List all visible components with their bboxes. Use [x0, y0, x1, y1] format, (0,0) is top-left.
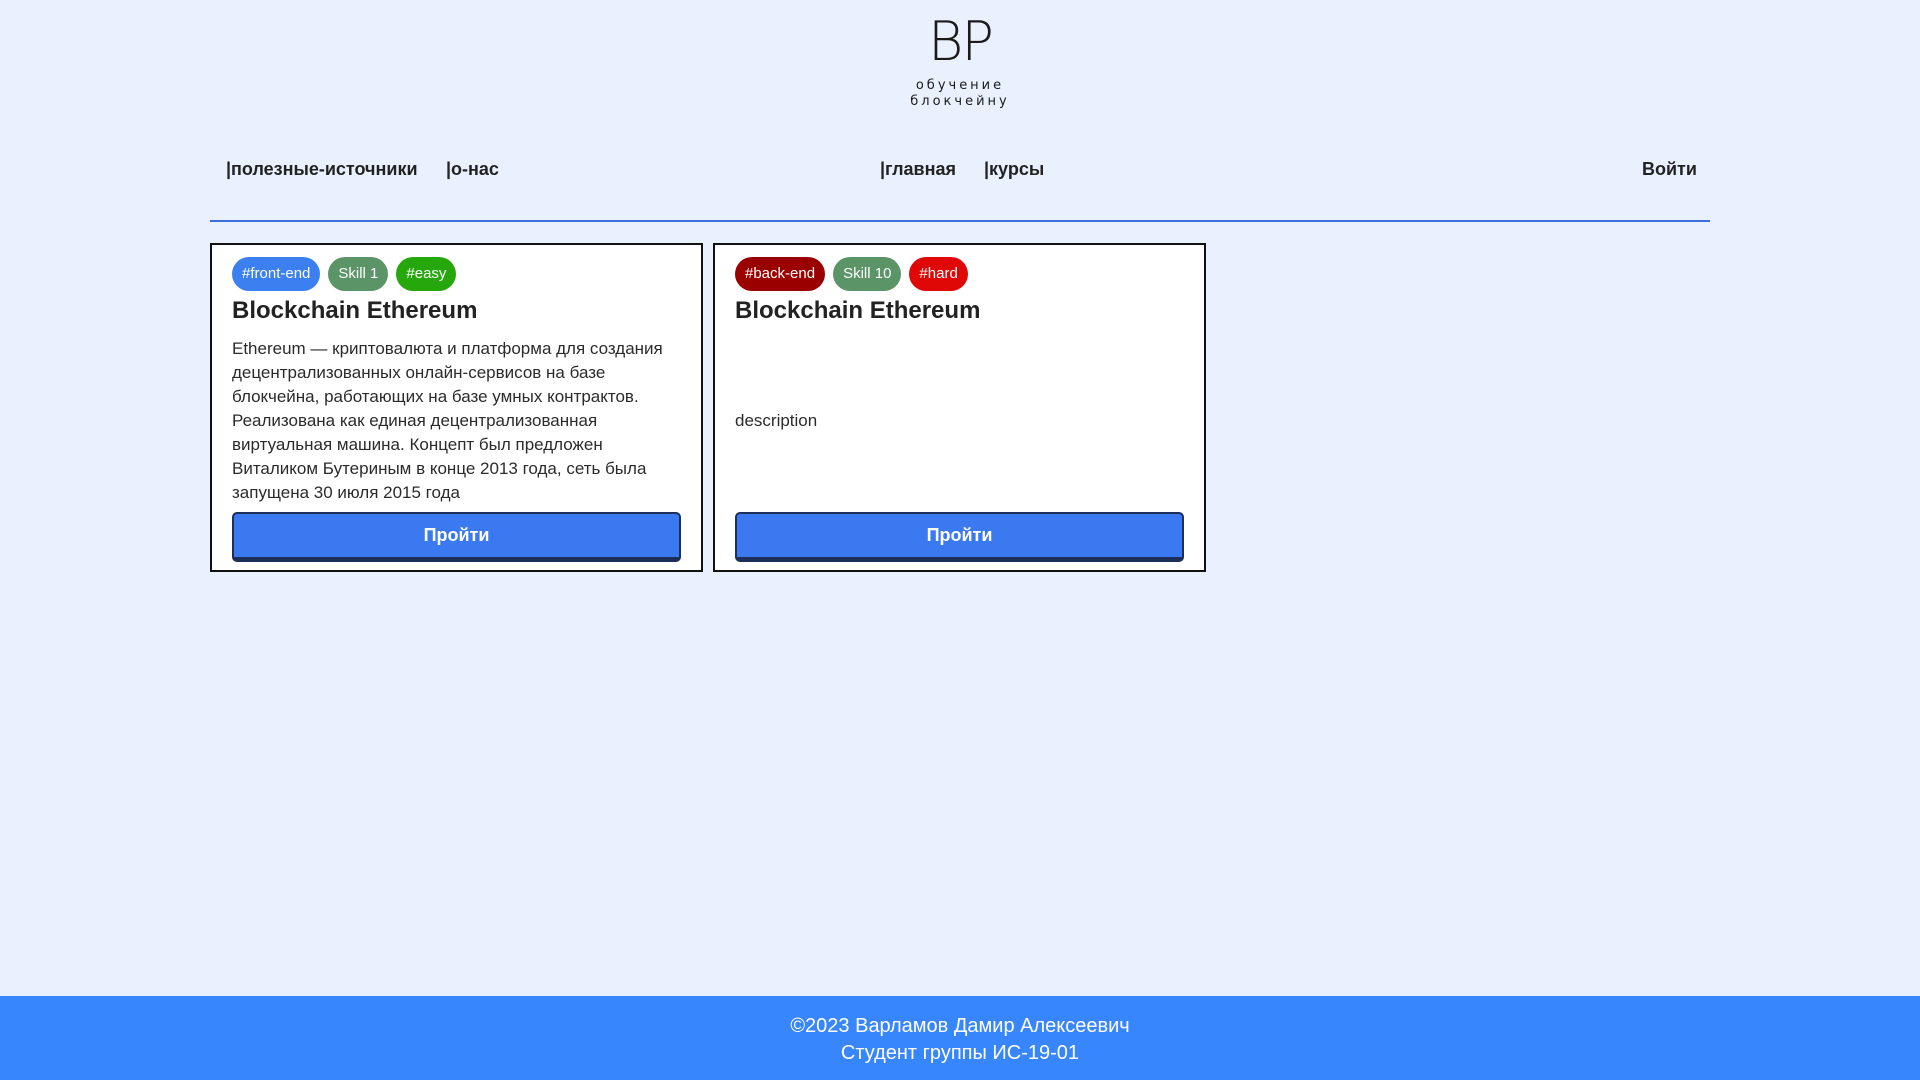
site-footer: ©2023 Варламов Дамир Алексеевич Студент … — [0, 996, 1920, 1080]
course-description: Ethereum — криптовалюта и платформа для … — [232, 339, 663, 502]
nav-link-useful-sources[interactable]: |полезные-источники — [226, 159, 418, 180]
tag-badge: #front-end — [232, 257, 321, 291]
course-card: #back-end Skill 10 #hard Blockchain Ethe… — [713, 243, 1206, 572]
difficulty-badge: #easy — [396, 257, 457, 291]
logo-subtitle: обучение блокчейну — [910, 78, 1010, 109]
course-description: description — [735, 337, 1184, 505]
difficulty-badge: #hard — [909, 257, 968, 291]
skill-badge: Skill 1 — [328, 257, 389, 291]
site-logo[interactable]: ВР обучение блокчейну — [0, 14, 1920, 110]
course-description-text: description — [735, 411, 818, 430]
start-course-button[interactable]: Пройти — [232, 512, 681, 562]
main-nav: |полезные-источники |о-нас |главная |кур… — [210, 154, 1710, 184]
nav-divider — [210, 220, 1710, 222]
nav-link-about[interactable]: |о-нас — [446, 159, 499, 180]
course-title: Blockchain Ethereum — [735, 297, 981, 324]
nav-link-home[interactable]: |главная — [880, 159, 956, 180]
logo-mark: ВР — [928, 10, 994, 73]
footer-student-group: Студент группы ИС-19-01 — [840, 1042, 1080, 1064]
login-link[interactable]: Войти — [1642, 159, 1697, 180]
course-tags: #back-end Skill 10 #hard — [735, 257, 1184, 291]
tag-badge: #back-end — [735, 257, 826, 291]
footer-copyright: ©2023 Варламов Дамир Алексеевич — [790, 1015, 1130, 1037]
start-course-button[interactable]: Пройти — [735, 512, 1184, 562]
skill-badge: Skill 10 — [833, 257, 902, 291]
course-tags: #front-end Skill 1 #easy — [232, 257, 681, 291]
course-title: Blockchain Ethereum — [232, 297, 478, 324]
course-card: #front-end Skill 1 #easy Blockchain Ethe… — [210, 243, 703, 572]
nav-link-courses[interactable]: |курсы — [984, 159, 1044, 180]
